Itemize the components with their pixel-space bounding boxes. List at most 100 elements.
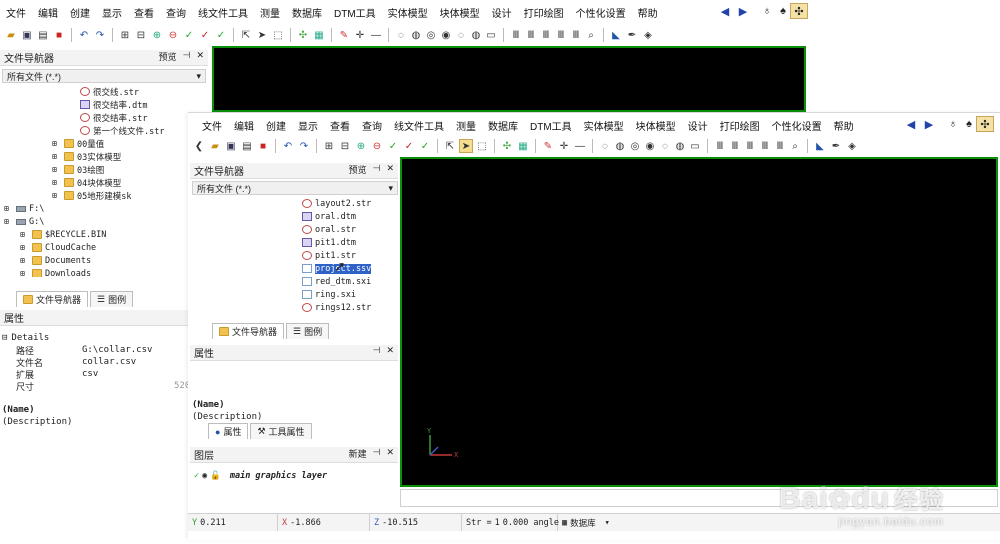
- snap-edge-icon[interactable]: ◌: [658, 139, 672, 153]
- magnify-icon[interactable]: ⌕: [584, 28, 598, 42]
- expand-icon[interactable]: ⊞: [20, 243, 29, 252]
- menu-dtm-tools[interactable]: DTM工具: [328, 5, 382, 20]
- snap-string-icon[interactable]: ◉: [643, 139, 657, 153]
- tab-legend[interactable]: ☰ 图例: [286, 323, 330, 339]
- snap-face-icon[interactable]: ◍: [469, 28, 483, 42]
- redo-icon[interactable]: ↷: [93, 28, 107, 42]
- select-icon[interactable]: ⇱: [443, 139, 457, 153]
- string-tool-1-icon[interactable]: Ⅲ: [509, 28, 523, 42]
- string-tool-5-icon[interactable]: Ⅲ: [569, 28, 583, 42]
- draw-icon[interactable]: ✒: [829, 139, 843, 153]
- target-icon[interactable]: ✣: [790, 3, 808, 19]
- string-tool-1-icon[interactable]: Ⅲ: [713, 139, 727, 153]
- tree-item[interactable]: 很交结率.str: [4, 111, 208, 124]
- zoom-box-icon[interactable]: ⊞: [322, 139, 336, 153]
- menu-help[interactable]: 帮助: [828, 118, 860, 133]
- close-icon[interactable]: ✕: [386, 345, 394, 356]
- string-tools[interactable]: Ⅲ Ⅲ Ⅲ Ⅲ Ⅲ ⌕: [713, 139, 802, 153]
- section-icon[interactable]: ◣: [813, 139, 827, 153]
- menu-view[interactable]: 查看: [128, 5, 160, 20]
- pointer-icon[interactable]: ➤: [459, 139, 473, 153]
- rotate-z-icon[interactable]: ✓: [418, 139, 432, 153]
- menu-solids[interactable]: 实体模型: [578, 118, 630, 133]
- snap-point-icon[interactable]: ◌: [598, 139, 612, 153]
- line-icon[interactable]: —: [573, 139, 587, 153]
- tree-item[interactable]: rings12.str: [192, 301, 398, 313]
- menu-design[interactable]: 设计: [682, 118, 714, 133]
- menu-plotting[interactable]: 打印绘图: [518, 5, 570, 20]
- close-icon[interactable]: ✕: [386, 447, 394, 460]
- snap-line-icon[interactable]: ◎: [424, 28, 438, 42]
- close-icon[interactable]: ✕: [196, 50, 204, 63]
- menu-customise[interactable]: 个性化设置: [570, 5, 632, 20]
- crosshair-icon[interactable]: ✛: [557, 139, 571, 153]
- zoom-box-icon[interactable]: ⊞: [118, 28, 132, 42]
- front-graphics-canvas[interactable]: Y X: [400, 157, 998, 487]
- menu-edit[interactable]: 编辑: [228, 118, 260, 133]
- menu-help[interactable]: 帮助: [632, 5, 664, 20]
- tab-file-navigator[interactable]: 文件导航器: [16, 291, 89, 307]
- tree-item[interactable]: ⊞ 00量值: [4, 137, 208, 150]
- tree-item[interactable]: 很交线.str: [4, 85, 208, 98]
- menu-string-tools[interactable]: 线文件工具: [192, 5, 254, 20]
- lock-icon[interactable]: 🔓: [210, 471, 221, 481]
- tab-tool-properties[interactable]: ⚒ 工具属性: [250, 423, 312, 439]
- tree-item[interactable]: pit1.dtm: [192, 236, 398, 249]
- tree-item[interactable]: ⊞ Documents: [4, 254, 208, 267]
- menu-measure[interactable]: 测量: [450, 118, 482, 133]
- tree-item[interactable]: 第一个线文件.str: [4, 124, 208, 137]
- pin-icon[interactable]: ⊣: [373, 163, 381, 176]
- rotate-x-icon[interactable]: ✓: [386, 139, 400, 153]
- string-tool-5-icon[interactable]: Ⅲ: [773, 139, 787, 153]
- menu-view[interactable]: 查看: [324, 118, 356, 133]
- preview-button[interactable]: 预览: [159, 50, 177, 63]
- shading-icon[interactable]: ◈: [641, 28, 655, 42]
- next-icon[interactable]: ▶: [920, 116, 938, 132]
- pin-icon[interactable]: ⊣: [373, 447, 381, 460]
- snap-tools[interactable]: ◌ ◍ ◎ ◉ ◌ ◍ ▭: [598, 139, 702, 153]
- tree-item[interactable]: ⊞ $RECYCLE.BIN: [4, 228, 208, 241]
- open-icon[interactable]: ▰: [208, 139, 222, 153]
- string-tool-2-icon[interactable]: Ⅲ: [728, 139, 742, 153]
- marquee-icon[interactable]: ⬚: [475, 139, 489, 153]
- layer-tool-icon[interactable]: ✣: [296, 28, 310, 42]
- menu-create[interactable]: 创建: [64, 5, 96, 20]
- pen-icon[interactable]: ✎: [337, 28, 351, 42]
- snap-string-icon[interactable]: ◉: [439, 28, 453, 42]
- print-icon[interactable]: ▤: [240, 139, 254, 153]
- menu-database[interactable]: 数据库: [286, 5, 328, 20]
- expand-icon[interactable]: ⊞: [4, 204, 13, 213]
- prev-icon[interactable]: ◀: [716, 3, 734, 19]
- snap-point-icon[interactable]: ◌: [394, 28, 408, 42]
- expand-icon[interactable]: ⊞: [52, 178, 61, 187]
- zoom-in-icon[interactable]: ⊕: [150, 28, 164, 42]
- tab-properties[interactable]: ● 属性: [208, 423, 249, 439]
- string-tools[interactable]: Ⅲ Ⅲ Ⅲ Ⅲ Ⅲ ⌕: [509, 28, 598, 42]
- zoom-fit-icon[interactable]: ⊟: [134, 28, 148, 42]
- front-file-filter[interactable]: 所有文件 (*.*) ▾: [192, 181, 398, 195]
- menu-file[interactable]: 文件: [0, 5, 32, 20]
- tree-item[interactable]: ⊞ CloudCache: [4, 241, 208, 254]
- back-graphics-canvas[interactable]: [212, 46, 806, 112]
- menu-block-model[interactable]: 块体模型: [630, 118, 682, 133]
- string-tool-3-icon[interactable]: Ⅲ: [743, 139, 757, 153]
- menu-measure[interactable]: 测量: [254, 5, 286, 20]
- string-tool-4-icon[interactable]: Ⅲ: [554, 28, 568, 42]
- tree-item[interactable]: pit1.str: [192, 249, 398, 262]
- snap-face-icon[interactable]: ◍: [673, 139, 687, 153]
- crosshair-icon[interactable]: ✛: [353, 28, 367, 42]
- menu-file[interactable]: 文件: [196, 118, 228, 133]
- tree-item[interactable]: 很交结率.dtm: [4, 98, 208, 111]
- expand-icon[interactable]: ⊞: [20, 256, 29, 265]
- magnify-icon[interactable]: ⌕: [788, 139, 802, 153]
- menu-display[interactable]: 显示: [96, 5, 128, 20]
- menu-string-tools[interactable]: 线文件工具: [388, 118, 450, 133]
- status-string[interactable]: Str = 1 0.000 angle: [462, 514, 559, 531]
- menu-solids[interactable]: 实体模型: [382, 5, 434, 20]
- status-database[interactable]: ▦ 数据库 ▾: [558, 514, 614, 531]
- save-icon[interactable]: ▣: [224, 139, 238, 153]
- back-file-filter[interactable]: 所有文件 (*.*) ▾: [2, 69, 206, 83]
- tree-item[interactable]: oral.dtm: [192, 210, 398, 223]
- zoom-fit-icon[interactable]: ⊟: [338, 139, 352, 153]
- snap-grid-icon[interactable]: ◍: [409, 28, 423, 42]
